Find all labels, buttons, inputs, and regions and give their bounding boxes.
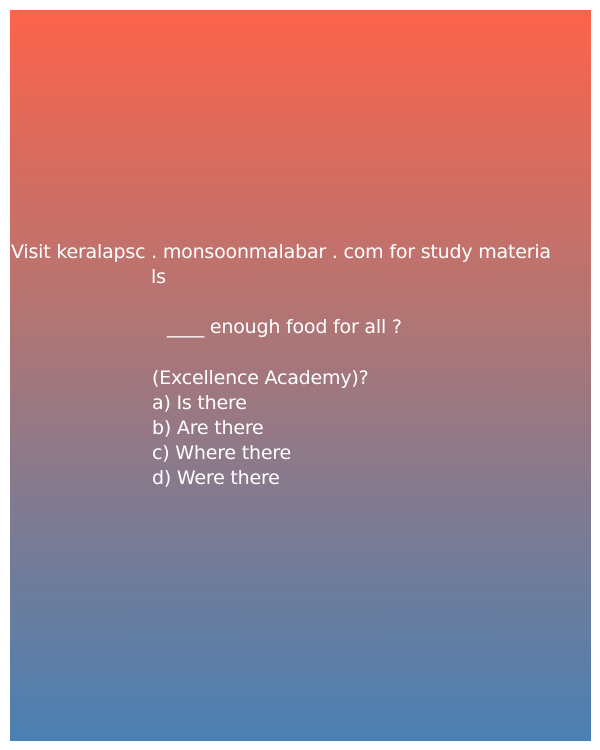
option-c: c) Where there <box>152 442 292 464</box>
question-source: (Excellence Academy)? <box>152 367 369 389</box>
question-text: ____ enough food for all ? <box>161 316 402 338</box>
option-d: d) Were there <box>152 467 280 489</box>
option-a: a) Is there <box>152 392 247 414</box>
option-b: b) Are there <box>152 417 264 439</box>
question-card: Visit keralapsc . monsoonmalabar . com f… <box>10 10 591 741</box>
promo-text-line-1: Visit keralapsc . monsoonmalabar . com f… <box>11 241 551 263</box>
promo-text-line-2: ls <box>151 266 166 288</box>
